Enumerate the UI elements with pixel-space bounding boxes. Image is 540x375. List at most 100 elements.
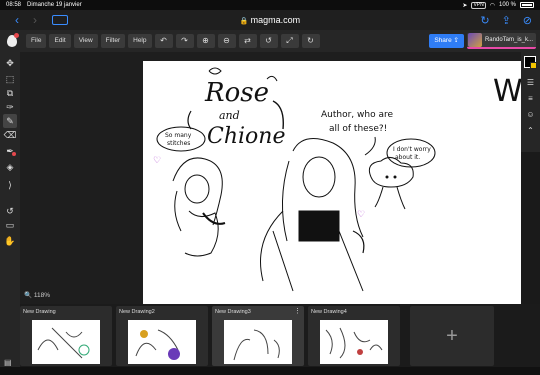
hand-tool-icon[interactable]: ✋ [3, 234, 17, 248]
people-icon[interactable]: ☺ [524, 108, 537, 121]
wifi-icon: ◠ [489, 2, 495, 9]
selection-tool-icon[interactable]: ⬚ [3, 72, 17, 86]
menu-filter[interactable]: Filter [100, 34, 126, 48]
zoom-out-icon[interactable]: ⊖ [217, 34, 236, 48]
menu-edit[interactable]: Edit [49, 34, 71, 48]
drawing-card[interactable]: New Drawing [20, 306, 112, 366]
battery-percent: 100 % [498, 2, 516, 8]
drawing-title: New Drawing3 [215, 309, 251, 315]
layers-icon[interactable]: ≡ [524, 92, 537, 105]
battery-icon [520, 2, 534, 8]
zoom-value: 118% [33, 292, 51, 299]
undo-icon[interactable]: ↶ [154, 34, 173, 48]
eraser-tool-icon[interactable]: ⌫ [3, 128, 17, 142]
drawing-title: New Drawing2 [119, 309, 155, 315]
menu-help[interactable]: Help [128, 34, 152, 48]
compass-icon[interactable]: ⊘ [523, 14, 532, 27]
answer-text-2: about it. [395, 154, 420, 161]
thumbnail-art [135, 329, 180, 360]
move-tool-icon[interactable]: ✥ [3, 56, 17, 70]
user-chip[interactable]: RandoTam_is_k... [466, 33, 536, 49]
brush-settings-icon[interactable]: ☰ [524, 76, 537, 89]
drawing-canvas[interactable]: Rose and Chione So many stitches Author,… [143, 61, 521, 304]
fullscreen-icon[interactable]: ⤢ [280, 34, 299, 48]
drawing-title: New Drawing4 [311, 309, 347, 315]
character-small [368, 157, 414, 210]
browser-bar: ‹ › 🔒 magma.com ↻ ⇪ ⊘ [0, 10, 540, 30]
curve-tool-icon[interactable]: ⟩ [3, 178, 17, 192]
drawing-thumbnail [320, 320, 388, 364]
menu-view[interactable]: View [73, 34, 98, 48]
url-text: magma.com [250, 15, 301, 25]
back-button[interactable]: ‹ [8, 10, 26, 30]
drawing-card-active[interactable]: New Drawing3 ⋮ [212, 306, 304, 366]
tool-alert-dot [12, 152, 16, 156]
speech-bubble-left [156, 126, 206, 152]
drawing-thumbnail [32, 320, 100, 364]
address-bar[interactable]: 🔒 magma.com [0, 10, 540, 32]
more-options-icon[interactable]: ⋮ [294, 307, 301, 315]
share-button[interactable]: Share ⇪ [429, 34, 464, 48]
fill-tool-icon[interactable]: ◈ [3, 160, 17, 174]
history-icon[interactable]: ↺ [3, 204, 17, 218]
character-left [172, 157, 226, 257]
secondary-color-swatch[interactable] [530, 62, 537, 69]
rose-doodle [208, 67, 222, 75]
avatar [467, 33, 482, 47]
thumbnail-art [37, 327, 90, 359]
question-text-2: all of these?! [329, 124, 387, 134]
crop-tool-icon[interactable]: ⧉ [3, 86, 17, 100]
ipad-screen: 08:58 Dimanche 19 janvier ➤ VPN ◠ 100 % … [0, 0, 540, 375]
rotate-left-icon[interactable]: ↺ [259, 34, 278, 48]
drawing-title: New Drawing [23, 309, 56, 315]
brush-tool-icon[interactable]: ✎ [3, 114, 17, 128]
share-label: Share [434, 37, 452, 44]
canvas-artwork: Rose and Chione So many stitches Author,… [153, 67, 521, 292]
title-and: and [219, 109, 240, 122]
title-rose: Rose [204, 78, 269, 108]
drawing-card[interactable]: New Drawing2 [116, 306, 208, 366]
collapse-icon[interactable]: ⌃ [524, 124, 537, 137]
question-text: Author, who are [321, 110, 393, 120]
heart-doodle: ♡ [153, 155, 161, 165]
menu-file[interactable]: File [26, 34, 47, 48]
lock-icon: 🔒 [239, 18, 249, 25]
answer-text: I don't worry [393, 146, 431, 153]
bubble-left-text: So many [165, 132, 192, 139]
comment-icon[interactable]: ▭ [3, 218, 17, 232]
status-icons: ➤ VPN ◠ 100 % [462, 1, 534, 9]
thumbnail-art [325, 327, 383, 359]
status-bar: 08:58 Dimanche 19 janvier ➤ VPN ◠ 100 % [0, 0, 540, 10]
arrow-left [187, 110, 192, 130]
flip-icon[interactable]: ⇄ [238, 34, 257, 48]
zoom-in-icon[interactable]: ⊕ [196, 34, 215, 48]
rotate-right-icon[interactable]: ↻ [301, 34, 320, 48]
tabs-icon[interactable] [52, 15, 68, 25]
forward-button[interactable]: › [26, 10, 44, 30]
workspace[interactable]: Rose and Chione So many stitches Author,… [20, 52, 521, 304]
question-arrow [364, 136, 376, 156]
vpn-badge: VPN [471, 1, 486, 9]
redo-icon[interactable]: ↷ [175, 34, 194, 48]
speech-bubble-right [386, 138, 436, 168]
magma-logo[interactable] [4, 33, 20, 49]
location-icon: ➤ [462, 2, 468, 9]
new-drawing-button[interactable]: + [410, 306, 494, 366]
drawing-card[interactable]: New Drawing4 [308, 306, 400, 366]
drawings-strip: New Drawing New Drawing2 New Drawing3 ⋮ … [20, 304, 540, 367]
clock: 08:58 [6, 2, 22, 8]
heart-doodle-2: ♡ [357, 209, 365, 219]
thumbnail-art [233, 329, 280, 361]
pen-tool-icon[interactable]: ✒ [3, 144, 17, 158]
drawing-thumbnail [128, 320, 196, 364]
edge-text: WH [493, 74, 521, 109]
bottom-bar [0, 367, 540, 375]
share-sheet-icon[interactable]: ⇪ [502, 14, 511, 27]
eyedropper-tool-icon[interactable]: ✑ [3, 100, 17, 114]
zoom-indicator[interactable]: 🔍 118% [24, 291, 50, 299]
bubble-left-text-2: stitches [167, 140, 190, 147]
reload-icon[interactable]: ↻ [480, 14, 489, 27]
user-name: RandoTam_is_k... [484, 37, 533, 43]
drawing-thumbnail [224, 320, 292, 364]
date: Dimanche 19 janvier [27, 2, 82, 8]
